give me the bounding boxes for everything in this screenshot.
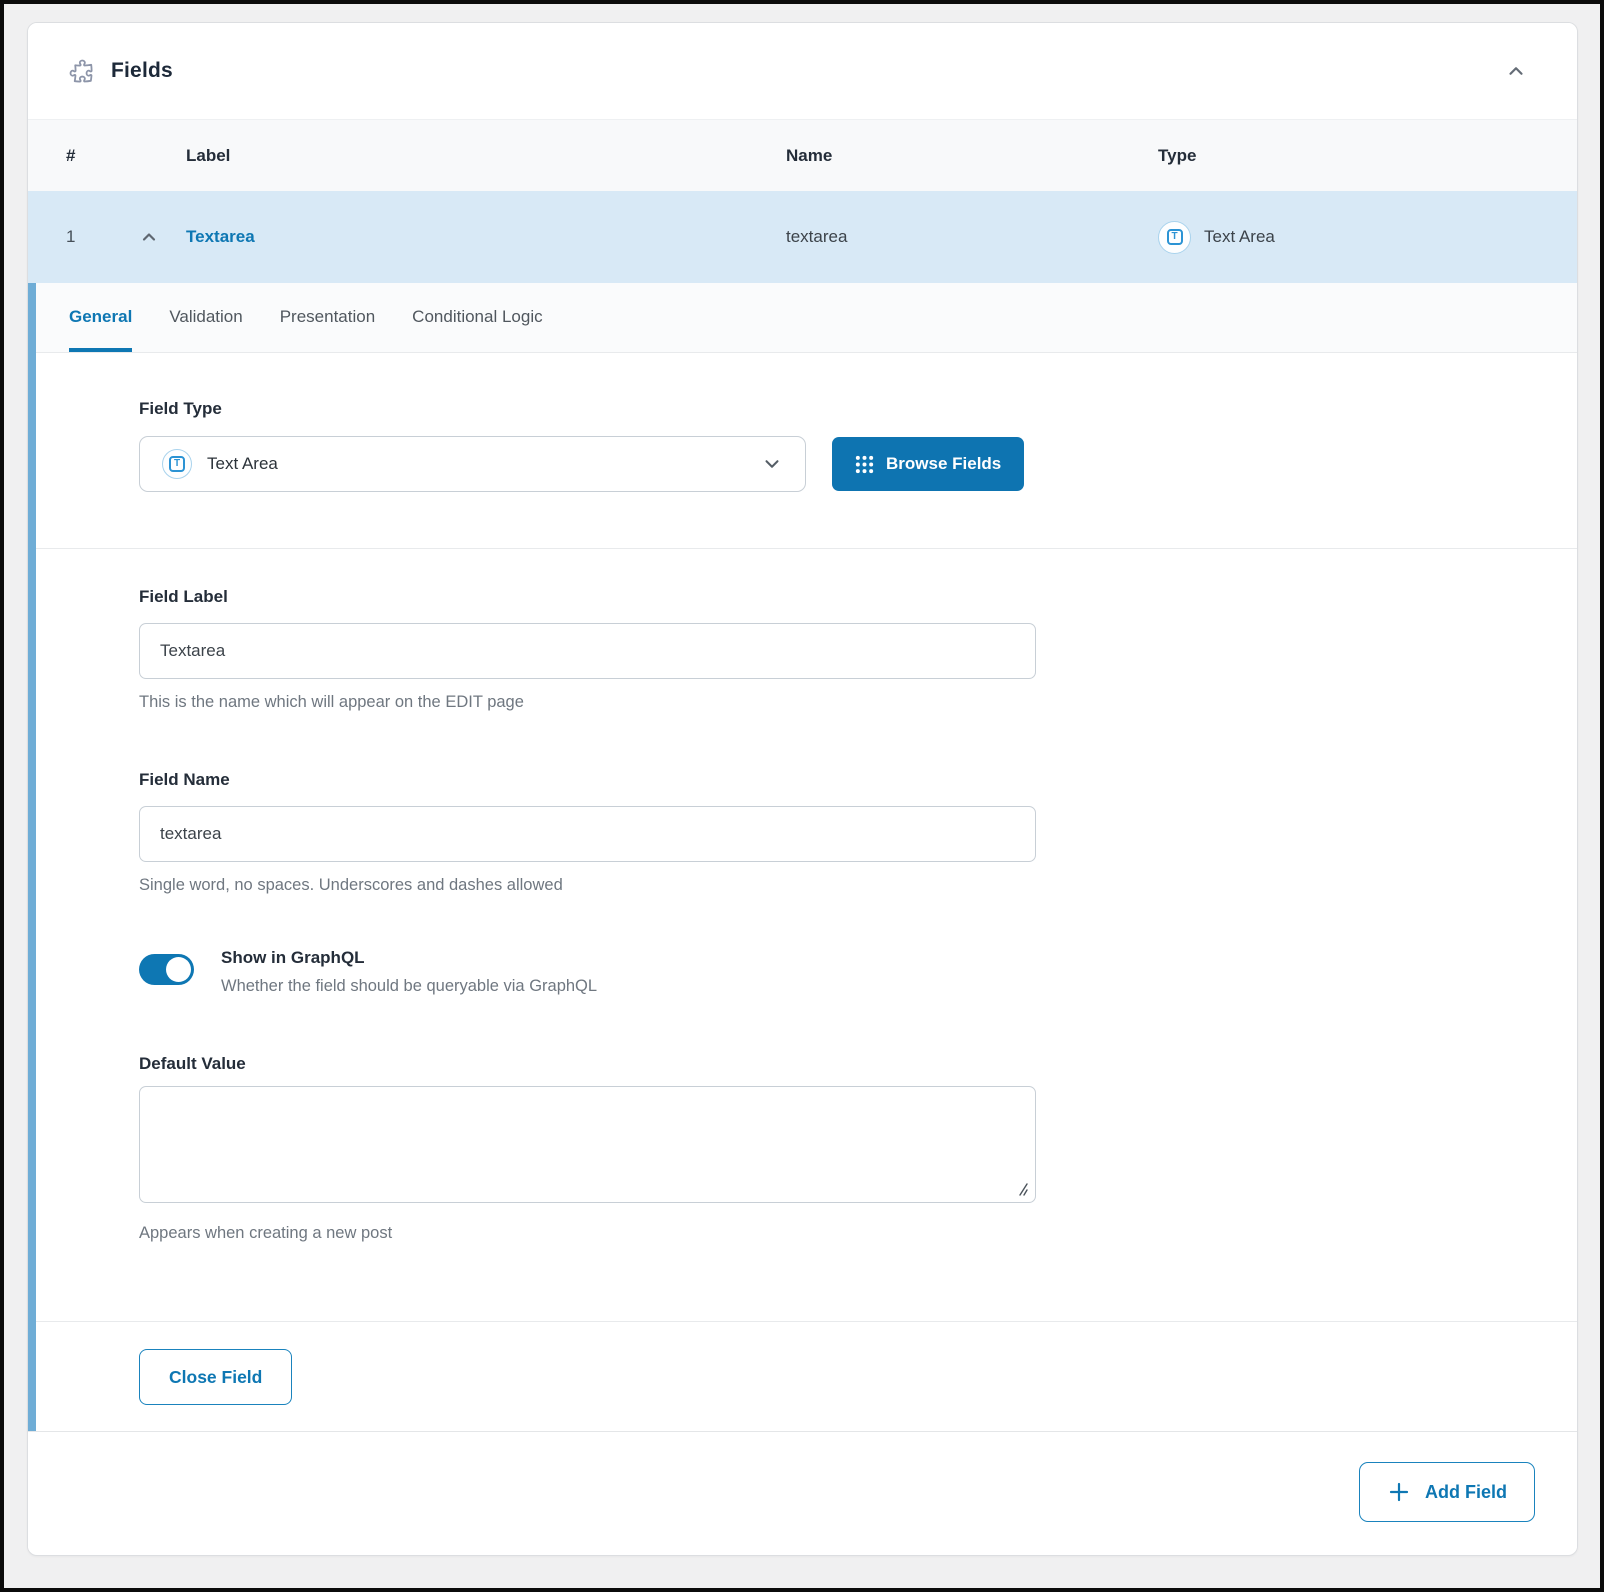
tab-presentation[interactable]: Presentation: [280, 283, 375, 352]
column-header-index: #: [66, 145, 76, 165]
column-header-name: Name: [786, 145, 833, 165]
puzzle-icon: [69, 59, 93, 83]
chevron-down-icon: [761, 453, 783, 475]
collapse-panel-button[interactable]: [1501, 56, 1531, 86]
editor-tabs: General Validation Presentation Conditio…: [36, 283, 1577, 353]
graphql-toggle-label: Show in GraphQL: [221, 948, 365, 967]
tab-conditional-logic[interactable]: Conditional Logic: [412, 283, 542, 352]
chevron-up-icon: [142, 233, 156, 241]
fields-panel: Fields # Label Name Type 1 Textarea text…: [27, 22, 1578, 1556]
field-row-index: 1: [66, 227, 76, 246]
field-row-textarea[interactable]: 1 Textarea textarea T Text Area: [28, 191, 1577, 283]
add-field-button-label: Add Field: [1425, 1481, 1507, 1502]
field-label-input[interactable]: [139, 623, 1036, 679]
panel-title: Fields: [111, 59, 173, 82]
toggle-knob: [166, 957, 191, 982]
tab-general[interactable]: General: [69, 283, 133, 352]
default-value-textarea[interactable]: [139, 1086, 1036, 1203]
field-name-input[interactable]: [139, 806, 1036, 862]
field-name-group: Field Name Single word, no spaces. Under…: [139, 770, 1577, 895]
field-label-label: Field Label: [139, 587, 228, 606]
collapse-field-button[interactable]: [139, 227, 186, 247]
browse-fields-button-label: Browse Fields: [886, 454, 1002, 473]
add-field-button[interactable]: Add Field: [1359, 1462, 1535, 1522]
graphql-toggle-group: Show in GraphQL Whether the field should…: [139, 948, 1577, 996]
field-row-type-label: Text Area: [1204, 227, 1275, 246]
default-value-label: Default Value: [139, 1054, 246, 1073]
resize-handle-icon[interactable]: [1014, 1181, 1029, 1196]
field-name-label: Field Name: [139, 770, 230, 789]
plus-icon: [1389, 1482, 1409, 1502]
default-value-group: Default Value Appears when creating a ne…: [139, 1054, 1577, 1243]
grid-dots-icon: [855, 455, 874, 473]
close-field-button[interactable]: Close Field: [139, 1349, 293, 1405]
text-area-type-icon: T: [162, 449, 192, 479]
field-row-label-link[interactable]: Textarea: [186, 227, 786, 247]
panel-header: Fields: [28, 23, 1577, 119]
field-type-label: Field Type: [139, 399, 222, 418]
field-label-group: Field Label This is the name which will …: [139, 587, 1577, 712]
field-row-type: T Text Area: [1158, 220, 1577, 254]
column-header-type: Type: [1158, 145, 1197, 165]
active-field-accent-bar: [28, 283, 36, 1431]
column-header-label: Label: [186, 145, 231, 165]
field-type-selected-value: Text Area: [207, 454, 278, 473]
browse-fields-button[interactable]: Browse Fields: [832, 437, 1025, 491]
show-in-graphql-toggle[interactable]: [139, 954, 194, 985]
field-row-name: textarea: [786, 227, 848, 246]
panel-footer: Add Field: [28, 1431, 1577, 1552]
fields-table-header: # Label Name Type: [28, 119, 1577, 191]
field-editor: General Validation Presentation Conditio…: [28, 283, 1577, 1431]
text-area-type-icon: T: [1158, 220, 1191, 254]
tab-validation[interactable]: Validation: [169, 283, 242, 352]
field-type-section: Field Type T Text Area Browse Fields: [36, 353, 1577, 549]
field-name-help: Single word, no spaces. Underscores and …: [139, 876, 563, 894]
default-value-help: Appears when creating a new post: [139, 1224, 393, 1242]
chevron-up-icon: [1509, 67, 1523, 75]
close-field-section: Close Field: [36, 1321, 1577, 1431]
field-label-help: This is the name which will appear on th…: [139, 693, 524, 711]
general-tab-form: Field Label This is the name which will …: [36, 549, 1577, 1243]
graphql-toggle-help: Whether the field should be queryable vi…: [221, 977, 598, 995]
field-type-select[interactable]: T Text Area: [139, 436, 806, 492]
